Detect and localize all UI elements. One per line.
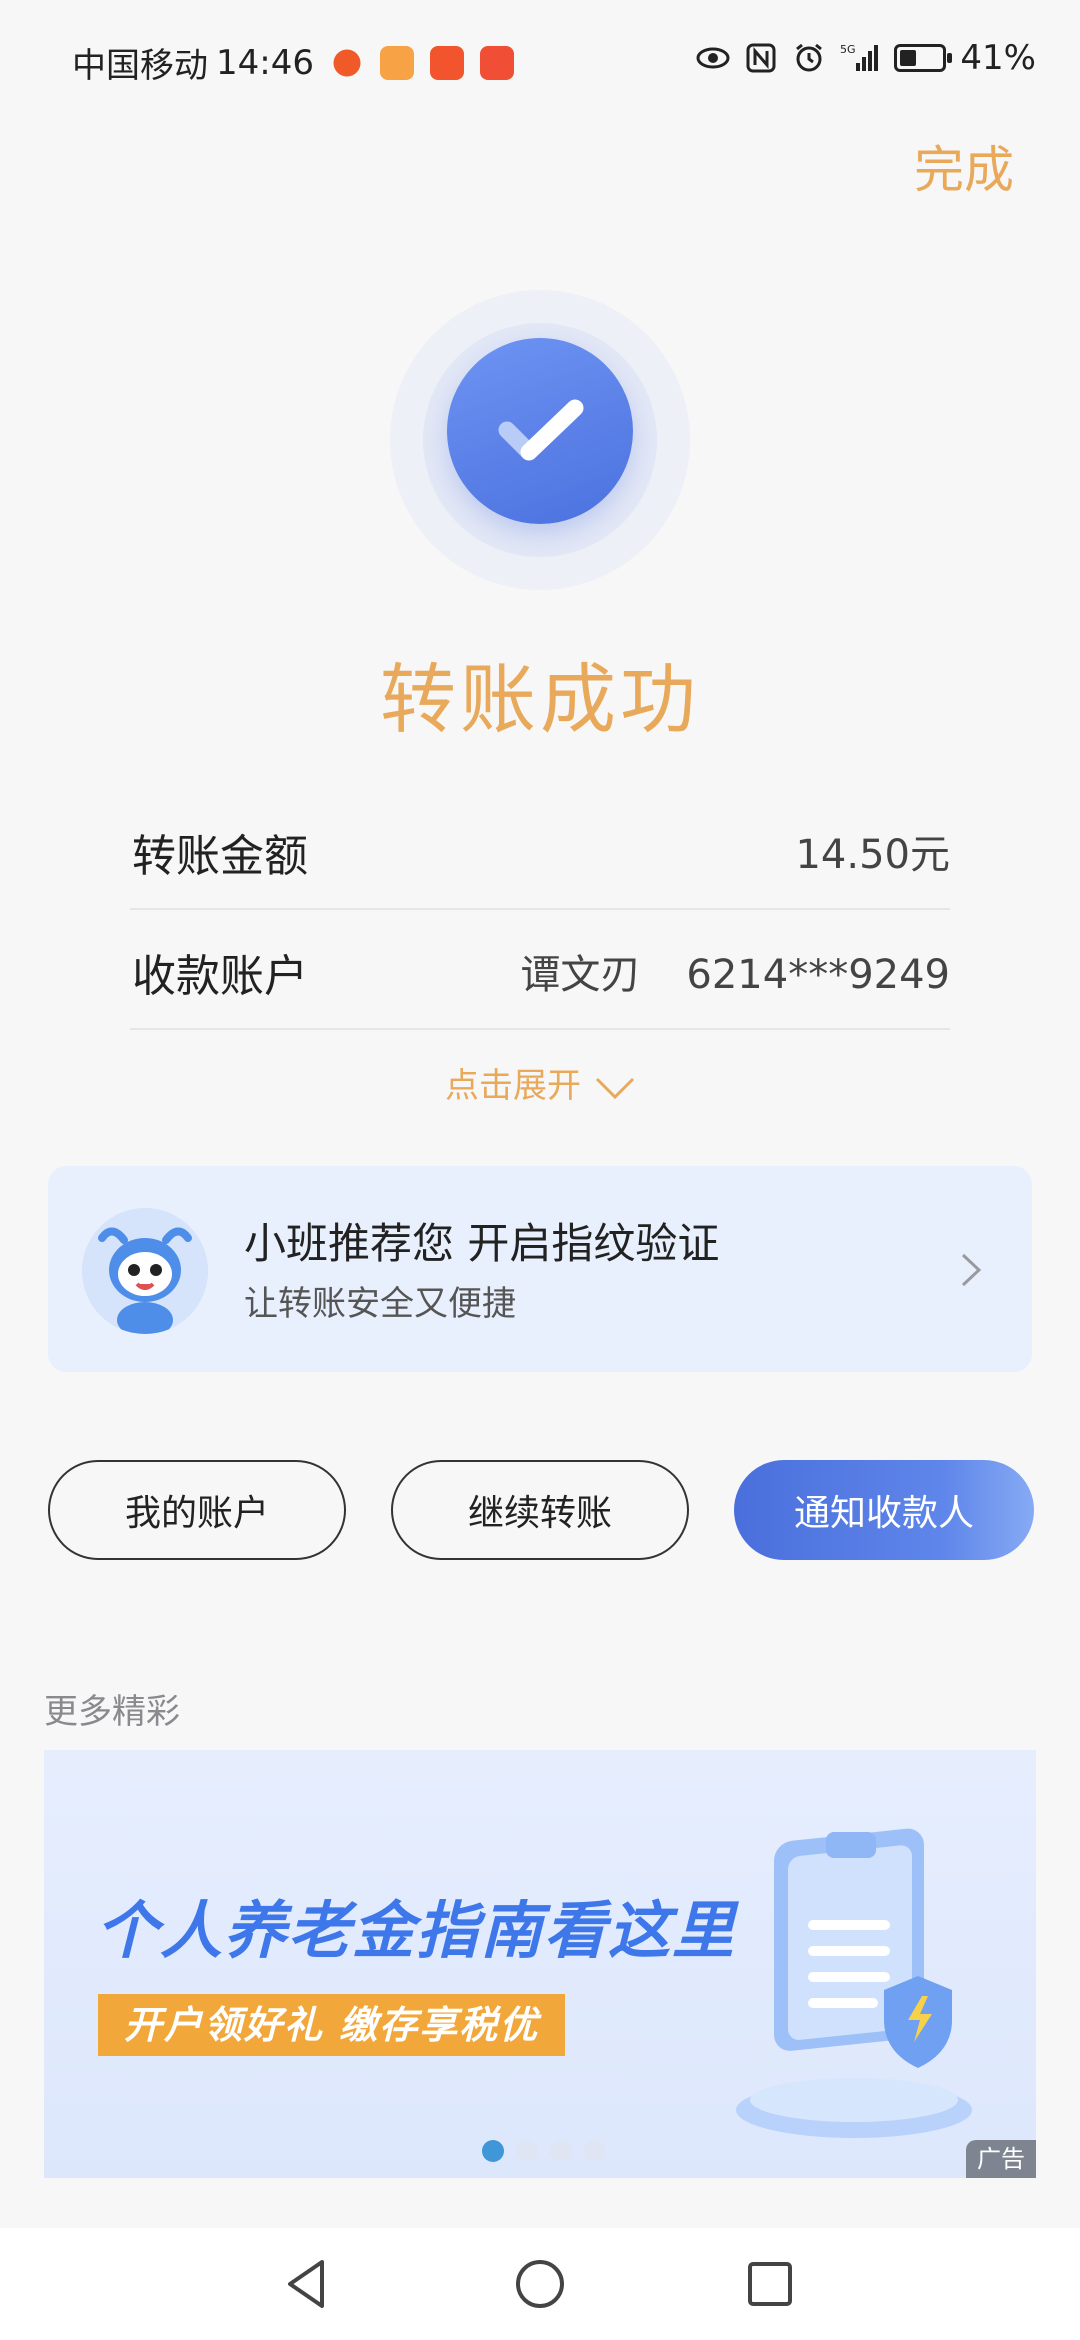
payee-account: 6214***9249 <box>686 952 950 998</box>
battery-icon <box>894 44 953 72</box>
more-section-label: 更多精彩 <box>44 1692 180 1732</box>
banner-pagination <box>482 2140 606 2162</box>
carrier-text: 中国移动 <box>72 46 208 86</box>
recents-nav-icon[interactable] <box>740 2254 800 2314</box>
status-left: 中国移动 14:46 <box>72 38 514 87</box>
battery-percent: 41% <box>960 38 1036 78</box>
success-check-icon <box>447 338 633 524</box>
status-bar: 中国移动 14:46 5G 41% <box>0 0 1080 120</box>
pagination-dot <box>584 2140 606 2162</box>
pagination-dot <box>516 2140 538 2162</box>
eye-icon <box>696 47 730 69</box>
amount-row: 转账金额 14.50元 <box>130 790 950 910</box>
done-button[interactable]: 完成 <box>914 130 1014 202</box>
taobao-app-icon <box>479 45 514 80</box>
payee-label: 收款账户 <box>132 951 308 1002</box>
ad-label: 广告 <box>966 2140 1036 2178</box>
svg-text:5G: 5G <box>840 43 856 56</box>
banner-tagline: 开户领好礼 缴存享税优 <box>98 1994 566 2056</box>
tomato-app-icon <box>329 45 364 80</box>
fingerprint-promo-title: 小班推荐您 开启指纹验证 <box>244 1219 720 1268</box>
chevron-right-icon <box>961 1253 982 1287</box>
clipboard-shield-illustration <box>736 1828 972 2138</box>
orange-heart-app-icon <box>379 45 414 80</box>
signal-5g-icon: 5G <box>840 43 879 71</box>
payee-value: 谭文刃 6214***9249 <box>520 942 950 1000</box>
home-nav-icon[interactable] <box>510 2254 570 2314</box>
my-account-button[interactable]: 我的账户 <box>48 1460 346 1560</box>
expand-label: 点击展开 <box>445 1066 581 1106</box>
result-title: 转账成功 <box>380 655 700 744</box>
expand-details-button[interactable]: 点击展开 <box>0 1058 1080 1107</box>
back-nav-icon[interactable] <box>278 2254 338 2314</box>
notify-payee-button[interactable]: 通知收款人 <box>734 1460 1034 1560</box>
alarm-icon <box>796 43 823 72</box>
payee-row: 收款账户 谭文刃 6214***9249 <box>130 910 950 1030</box>
clock-text: 14:46 <box>216 42 314 83</box>
red-grid-app-icon <box>429 45 464 80</box>
mascot-avatar <box>82 1208 208 1334</box>
banner-headline: 个人养老金指南看这里 <box>96 1894 737 1967</box>
continue-transfer-button[interactable]: 继续转账 <box>391 1460 689 1560</box>
amount-label: 转账金额 <box>132 831 308 882</box>
amount-value: 14.50元 <box>795 832 950 878</box>
chevron-down-icon <box>595 1077 635 1099</box>
payee-name: 谭文刃 <box>520 952 641 998</box>
pagination-dot <box>550 2140 572 2162</box>
pagination-dot <box>482 2140 504 2162</box>
fingerprint-promo-subtitle: 让转账安全又便捷 <box>244 1284 516 1324</box>
status-right: 5G 41% <box>696 38 1036 78</box>
nfc-icon <box>746 43 776 73</box>
